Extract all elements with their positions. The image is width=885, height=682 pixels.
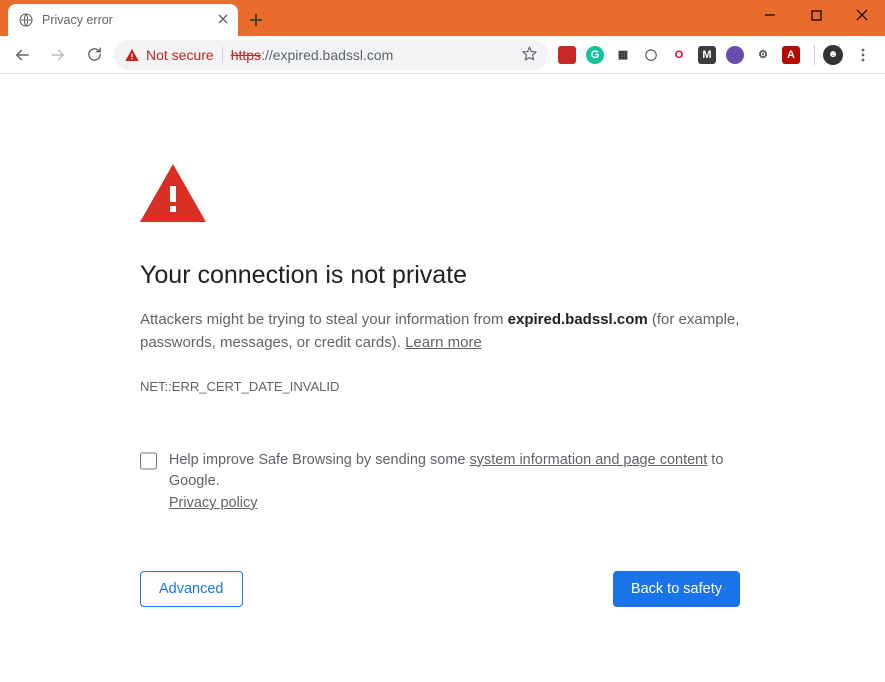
bookmark-star-icon[interactable] — [521, 45, 538, 65]
body-domain: expired.badssl.com — [508, 311, 648, 328]
tab-active[interactable]: Privacy error — [8, 4, 238, 36]
optin-checkbox[interactable] — [140, 452, 157, 470]
ext-m-dark-icon[interactable]: M — [698, 46, 716, 64]
optin-prefix: Help improve Safe Browsing by sending so… — [169, 452, 470, 468]
ext-purple-dot-icon[interactable] — [726, 46, 744, 64]
minimize-button[interactable] — [747, 0, 793, 30]
address-bar[interactable]: Not secure https://expired.badssl.com — [114, 40, 548, 70]
ext-circle-grey-icon[interactable]: ◯ — [642, 46, 660, 64]
window-controls — [747, 0, 885, 30]
back-button[interactable] — [6, 39, 38, 71]
warning-triangle-icon — [124, 47, 140, 63]
error-code: NET::ERR_CERT_DATE_INVALID — [140, 379, 740, 394]
ext-checker-icon[interactable]: ▦ — [614, 46, 632, 64]
url-rest: ://expired.badssl.com — [261, 47, 393, 63]
separator — [814, 45, 815, 65]
safebrowsing-optin: Help improve Safe Browsing by sending so… — [140, 450, 740, 515]
tab-title: Privacy error — [42, 13, 113, 27]
security-chip-label: Not secure — [146, 47, 214, 63]
body-prefix: Attackers might be trying to steal your … — [140, 311, 508, 328]
ssl-interstitial: Your connection is not private Attackers… — [140, 164, 740, 607]
warning-triangle-large-icon — [140, 164, 740, 225]
optin-text: Help improve Safe Browsing by sending so… — [169, 450, 740, 515]
profile-avatar[interactable]: ☻ — [823, 45, 843, 65]
learn-more-link[interactable]: Learn more — [405, 334, 482, 351]
warning-body: Attackers might be trying to steal your … — [140, 308, 740, 355]
page-heading: Your connection is not private — [140, 261, 740, 290]
button-row: Advanced Back to safety — [140, 571, 740, 607]
maximize-button[interactable] — [793, 0, 839, 30]
forward-button[interactable] — [42, 39, 74, 71]
security-chip[interactable]: Not secure — [124, 47, 223, 63]
globe-icon — [18, 12, 34, 28]
new-tab-button[interactable] — [242, 6, 270, 34]
advanced-button[interactable]: Advanced — [140, 571, 243, 607]
extension-icons: G ▦ ◯ OM ⚙ A — [552, 46, 806, 64]
url-protocol: https — [231, 47, 261, 63]
ext-gear-icon[interactable]: ⚙ — [754, 46, 772, 64]
ext-opera-o-icon[interactable]: O — [670, 46, 688, 64]
chrome-menu-button[interactable] — [847, 39, 879, 71]
back-to-safety-button[interactable]: Back to safety — [613, 571, 740, 607]
browser-window: Privacy error — [0, 0, 885, 682]
ext-grammarly-icon[interactable]: G — [586, 46, 604, 64]
ext-acrobat-icon[interactable]: A — [782, 46, 800, 64]
close-window-button[interactable] — [839, 0, 885, 30]
reload-button[interactable] — [78, 39, 110, 71]
url-text: https://expired.badssl.com — [231, 47, 394, 63]
titlebar: Privacy error — [0, 0, 885, 36]
tab-strip: Privacy error — [0, 0, 270, 36]
close-tab-icon[interactable] — [218, 13, 228, 27]
page-content: Your connection is not private Attackers… — [0, 74, 885, 682]
optin-system-info-link[interactable]: system information and page content — [470, 452, 708, 468]
privacy-policy-link[interactable]: Privacy policy — [169, 495, 258, 511]
ext-red-square-icon[interactable] — [558, 46, 576, 64]
toolbar: Not secure https://expired.badssl.com G ▦… — [0, 36, 885, 74]
